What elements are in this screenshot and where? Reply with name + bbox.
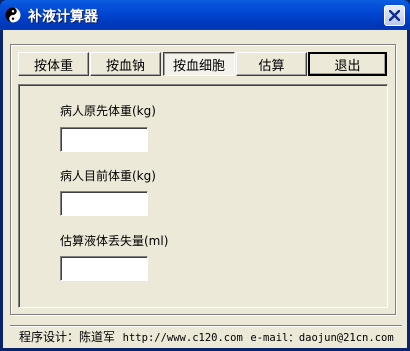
exit-button[interactable]: 退出 [308, 52, 387, 76]
estimate-button[interactable]: 估算 [236, 52, 307, 76]
window-title: 补液计算器 [28, 9, 98, 25]
input-panel: 病人原先体重(kg) 病人目前体重(kg) 估算液体丢失量(ml) [18, 84, 388, 308]
by-weight-button-label: 按体重 [33, 58, 73, 74]
exit-button-label: 退出 [334, 58, 361, 74]
current-weight-input[interactable] [60, 191, 148, 216]
close-button[interactable] [384, 5, 405, 26]
estimate-button-label: 估算 [258, 58, 285, 74]
by-sodium-button-label: 按血钠 [105, 58, 145, 74]
status-bar: 程序设计：陈道军 http://www.c120.com e-mail：daoj… [10, 325, 402, 344]
original-weight-input[interactable] [60, 127, 148, 152]
by-hematocrit-button[interactable]: 按血细胞 [163, 52, 235, 76]
app-window: 补液计算器 按体重 按血钠 按血细胞 估算 退出 病人原先体重(kg) 病人目前… [0, 0, 410, 351]
current-weight-label: 病人目前体重(kg) [60, 169, 156, 183]
fluid-loss-label: 估算液体丢失量(ml) [60, 234, 169, 248]
original-weight-label: 病人原先体重(kg) [60, 104, 156, 118]
status-text: 程序设计：陈道军 http://www.c120.com e-mail：daoj… [19, 328, 394, 345]
designer-credit: 程序设计：陈道军 [19, 330, 116, 344]
email-address: e-mail：daojun@21cn.com [250, 332, 394, 344]
by-sodium-button[interactable]: 按血钠 [90, 52, 161, 76]
fluid-loss-input[interactable] [60, 256, 148, 281]
title-bar[interactable]: 补液计算器 [0, 0, 410, 30]
by-hematocrit-button-label: 按血细胞 [172, 58, 225, 74]
yin-yang-icon [5, 7, 21, 23]
close-icon [389, 10, 400, 21]
client-area: 按体重 按血钠 按血细胞 估算 退出 病人原先体重(kg) 病人目前体重(kg)… [3, 30, 407, 348]
by-weight-button[interactable]: 按体重 [18, 52, 89, 76]
website-url: http://www.c120.com [122, 332, 243, 344]
